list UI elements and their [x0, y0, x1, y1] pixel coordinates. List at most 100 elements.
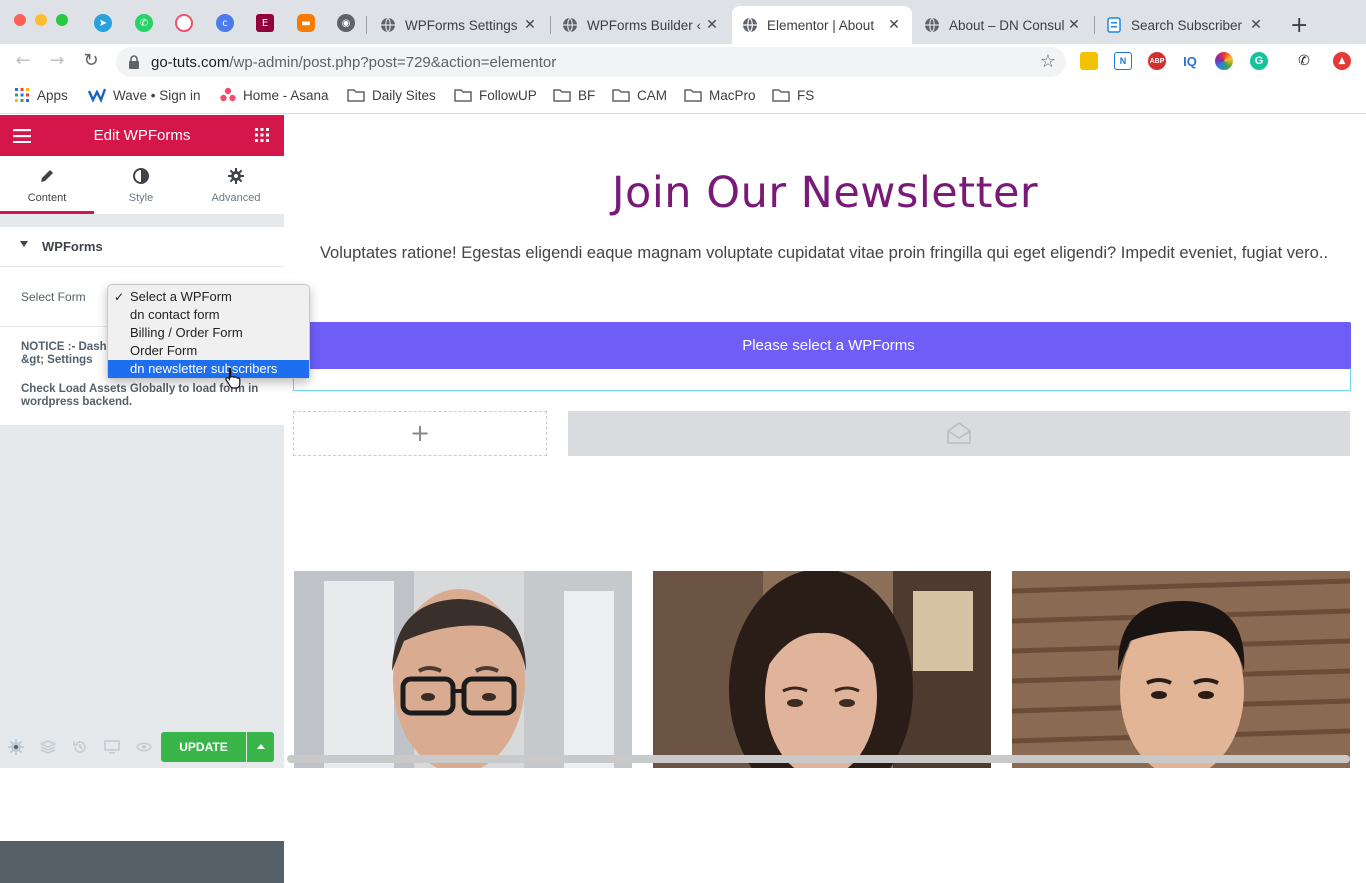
tab-label: Advanced [211, 192, 261, 204]
tab-title: About – DN Consul [949, 17, 1065, 33]
newsletter-paragraph[interactable]: Voluptates ratione! Egestas eligendi eaq… [306, 240, 1342, 266]
whatsapp-tab-icon[interactable]: ✆ [135, 14, 153, 32]
back-arrow-icon[interactable]: ← [12, 50, 34, 72]
dropdown-option-dn-newsletter-subscribers[interactable]: dn newsletter subscribers [108, 360, 309, 378]
option-label: Select a WPForm [130, 289, 232, 304]
select-form-dropdown[interactable]: ✓ Select a WPForm dn contact form Billing… [107, 284, 310, 379]
asana-tab-icon[interactable] [175, 14, 193, 32]
chat-tab-icon[interactable]: ▬ [297, 14, 315, 32]
elementor-tab-icon[interactable]: E [256, 14, 274, 32]
close-tab-icon[interactable]: ✕ [1066, 17, 1082, 33]
wpforms-placeholder-bar[interactable]: Please select a WPForms [306, 322, 1351, 369]
bookmark-apps[interactable]: Apps [14, 86, 68, 104]
maximize-window-button[interactable] [56, 14, 68, 26]
newsletter-heading[interactable]: Join Our Newsletter [284, 168, 1366, 218]
globe-icon [742, 17, 758, 33]
wpforms-icon [1106, 17, 1122, 33]
bookmark-label: Apps [37, 87, 68, 103]
tab-style[interactable]: Style [94, 156, 188, 214]
globe-icon [380, 17, 396, 33]
bookmark-asana[interactable]: Home - Asana [220, 86, 329, 104]
close-tab-icon[interactable]: ✕ [704, 17, 720, 33]
lock-icon [129, 55, 139, 69]
sticky-notes-extension-icon[interactable] [1080, 52, 1098, 70]
update-options-button[interactable] [247, 732, 274, 762]
tab-about-dn-consul[interactable]: About – DN Consul ✕ [914, 6, 1092, 44]
widgets-grid-icon[interactable] [255, 128, 269, 142]
globe-tab-icon[interactable]: ◉ [337, 14, 355, 32]
elementor-panel: Edit WPForms Content Style Advanced WPFo… [0, 115, 284, 883]
address-bar[interactable]: go-tuts.com/wp-admin/post.php?post=729&a… [116, 47, 1066, 77]
section-header[interactable]: WPForms [0, 227, 284, 267]
bookmark-label: MacPro [709, 87, 756, 103]
telegram-tab-icon[interactable]: ➤ [94, 14, 112, 32]
responsive-desktop-icon[interactable] [104, 739, 120, 755]
n-extension-icon[interactable]: N [1114, 52, 1132, 70]
dropdown-option-billing-order-form[interactable]: Billing / Order Form [108, 324, 309, 342]
grammarly-extension-icon[interactable]: G [1250, 52, 1268, 70]
bookmark-folder-followup[interactable]: FollowUP [454, 86, 537, 104]
horizontal-scrollbar[interactable] [287, 755, 1350, 763]
tab-label: Style [128, 192, 154, 204]
bookmark-label: Home - Asana [243, 87, 329, 103]
tab-wpforms-builder[interactable]: WPForms Builder ‹ ✕ [552, 6, 730, 44]
tab-title: WPForms Settings [405, 17, 518, 33]
add-column-button[interactable]: + [293, 411, 547, 456]
tab-wpforms-settings[interactable]: WPForms Settings ✕ [370, 6, 548, 44]
url-text: go-tuts.com/wp-admin/post.php?post=729&a… [151, 54, 556, 71]
folder-icon [772, 88, 790, 102]
adblock-plus-extension-icon[interactable]: ABP [1148, 52, 1166, 70]
forward-arrow-icon[interactable]: → [46, 50, 68, 72]
bookmark-folder-macpro[interactable]: MacPro [684, 86, 756, 104]
tab-content[interactable]: Content [0, 156, 94, 214]
tab-label: Content [27, 192, 67, 204]
team-photo-man-glasses [294, 571, 632, 768]
update-button[interactable]: UPDATE [161, 732, 246, 762]
team-photo-woman [653, 571, 991, 768]
bookmark-label: Daily Sites [372, 87, 436, 103]
bookmark-star-icon[interactable]: ☆ [1040, 51, 1056, 72]
minimize-window-button[interactable] [35, 14, 47, 26]
close-tab-icon[interactable]: ✕ [1248, 17, 1264, 33]
dropdown-option-order-form[interactable]: Order Form [108, 342, 309, 360]
tab-title: Search Subscriber [1131, 17, 1243, 33]
dropdown-option-select-a-wpform[interactable]: ✓ Select a WPForm [108, 288, 309, 306]
tab-search-subscriber[interactable]: Search Subscriber ✕ [1096, 6, 1274, 44]
iq-extension-icon[interactable]: IQ [1181, 52, 1199, 70]
bookmark-folder-cam[interactable]: CAM [612, 86, 667, 104]
close-tab-icon[interactable]: ✕ [886, 17, 902, 33]
tab-advanced[interactable]: Advanced [189, 156, 283, 214]
bookmark-folder-fs[interactable]: FS [772, 86, 814, 104]
select-form-label: Select Form [21, 290, 86, 304]
tab-elementor-about[interactable]: Elementor | About ✕ [732, 6, 912, 44]
option-label: dn newsletter subscribers [130, 361, 278, 376]
color-picker-extension-icon[interactable] [1215, 52, 1233, 70]
dropdown-option-dn-contact-form[interactable]: dn contact form [108, 306, 309, 324]
history-icon[interactable] [72, 739, 88, 755]
notice-line-1: NOTICE :- Dash [21, 341, 107, 353]
settings-gear-icon[interactable] [8, 739, 24, 755]
preview-eye-icon[interactable] [136, 739, 152, 755]
hand-pointer-cursor-icon [225, 367, 241, 389]
bookmark-wave[interactable]: Wave • Sign in [88, 86, 201, 104]
bookmark-folder-bf[interactable]: BF [553, 86, 595, 104]
notice-line-2: &gt; Settings [21, 354, 93, 366]
navigator-layers-icon[interactable] [40, 739, 56, 755]
bookmark-folder-daily-sites[interactable]: Daily Sites [347, 86, 436, 104]
contrast-icon [94, 168, 188, 186]
upload-extension-icon[interactable]: ▲ [1333, 52, 1351, 70]
canva-tab-icon[interactable]: c [216, 14, 234, 32]
asana-logo-icon [220, 87, 236, 103]
phone-extension-icon[interactable]: ✆ [1295, 52, 1313, 70]
reload-icon[interactable]: ↻ [80, 50, 102, 72]
preview-canvas: Join Our Newsletter Voluptates ratione! … [284, 115, 1366, 768]
wave-logo-icon [88, 87, 106, 103]
empty-widget-placeholder[interactable] [568, 411, 1350, 456]
new-tab-button[interactable]: + [1280, 6, 1314, 44]
plus-icon: + [1290, 12, 1309, 38]
close-window-button[interactable] [14, 14, 26, 26]
folder-icon [612, 88, 630, 102]
globe-icon [924, 17, 940, 33]
panel-footer [0, 841, 284, 883]
close-tab-icon[interactable]: ✕ [522, 17, 538, 33]
